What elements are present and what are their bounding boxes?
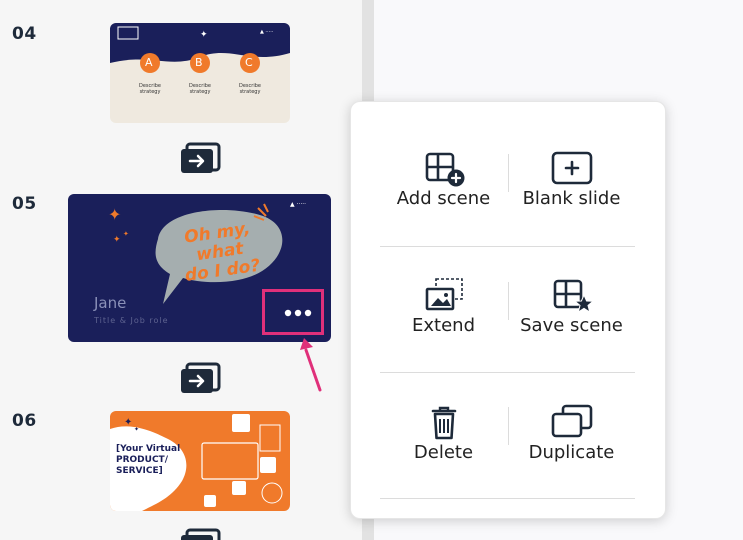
trash-icon bbox=[431, 406, 456, 440]
option-b-label: B bbox=[195, 56, 203, 69]
svg-text:✦: ✦ bbox=[123, 230, 129, 238]
menu-column-divider bbox=[508, 282, 509, 320]
blank-slide-icon bbox=[551, 151, 592, 185]
save-scene-menu-item[interactable]: Save scene bbox=[504, 269, 639, 369]
blank-slide-label: Blank slide bbox=[522, 188, 621, 209]
svg-text:✦: ✦ bbox=[108, 205, 121, 224]
menu-column-divider bbox=[508, 154, 509, 192]
delete-menu-item[interactable]: Delete bbox=[376, 396, 511, 496]
add-scene-label: Add scene bbox=[396, 188, 491, 209]
add-scene-icon bbox=[425, 152, 464, 187]
product-line-1: [Your Virtual bbox=[116, 444, 181, 454]
transition-icon bbox=[181, 142, 221, 173]
svg-text:✦: ✦ bbox=[124, 417, 132, 428]
scene-thumbnail-04[interactable]: ✦ ▲ ····· A B C Describe strategy Descri… bbox=[110, 23, 290, 123]
scene-04-artwork: ✦ ▲ ····· bbox=[110, 23, 290, 73]
option-c-text: Describe strategy bbox=[239, 83, 261, 95]
menu-row-divider bbox=[380, 246, 635, 247]
scene-thumbnail-06[interactable]: ✦ ✦ [Your Virtual PRODUCT/ SERVICE] bbox=[110, 411, 290, 511]
menu-column-divider bbox=[508, 407, 509, 445]
svg-text:✦: ✦ bbox=[113, 235, 121, 245]
duplicate-menu-item[interactable]: Duplicate bbox=[504, 396, 639, 496]
product-line-3: SERVICE] bbox=[116, 466, 163, 476]
transition-button-04[interactable] bbox=[177, 141, 223, 175]
scene-context-menu: Add scene Blank slide Extend Save scene bbox=[350, 101, 666, 519]
option-c-label: C bbox=[245, 56, 253, 69]
add-scene-menu-item[interactable]: Add scene bbox=[376, 142, 511, 242]
more-options-button[interactable] bbox=[280, 303, 316, 323]
arrow-pointer-icon bbox=[300, 338, 322, 392]
transition-icon bbox=[181, 362, 221, 393]
menu-row-divider bbox=[380, 498, 635, 499]
option-b-text: Describe strategy bbox=[189, 83, 211, 95]
extend-menu-item[interactable]: Extend bbox=[376, 269, 511, 369]
product-placeholder-text: [Your Virtual PRODUCT/ SERVICE] bbox=[116, 444, 186, 477]
transition-icon bbox=[181, 528, 221, 540]
option-a-text: Describe strategy bbox=[139, 83, 161, 95]
extend-icon bbox=[425, 278, 463, 311]
duplicate-icon bbox=[551, 404, 592, 438]
svg-text:▲ ·····: ▲ ····· bbox=[260, 29, 274, 35]
svg-text:▲ ·····: ▲ ····· bbox=[290, 201, 306, 208]
extend-label: Extend bbox=[412, 315, 475, 336]
scene-number-06: 06 bbox=[12, 411, 37, 431]
delete-label: Delete bbox=[413, 442, 474, 463]
product-line-2: PRODUCT/ bbox=[116, 455, 168, 465]
blank-slide-menu-item[interactable]: Blank slide bbox=[504, 142, 639, 242]
duplicate-label: Duplicate bbox=[528, 442, 615, 463]
svg-text:✦: ✦ bbox=[134, 426, 139, 433]
menu-row-divider bbox=[380, 372, 635, 373]
character-subtitle: Title & Job role bbox=[94, 316, 169, 325]
save-scene-label: Save scene bbox=[520, 315, 623, 336]
option-a-label: A bbox=[145, 56, 153, 69]
scene-number-04: 04 bbox=[12, 24, 37, 44]
scene-number-05: 05 bbox=[12, 194, 37, 214]
character-name: Jane bbox=[94, 294, 127, 312]
save-scene-icon bbox=[553, 279, 594, 314]
transition-button-06[interactable] bbox=[177, 527, 223, 540]
svg-text:✦: ✦ bbox=[200, 30, 208, 40]
more-horizontal-icon bbox=[284, 309, 312, 317]
transition-button-05[interactable] bbox=[177, 361, 223, 395]
pointer-arrow bbox=[296, 336, 326, 394]
